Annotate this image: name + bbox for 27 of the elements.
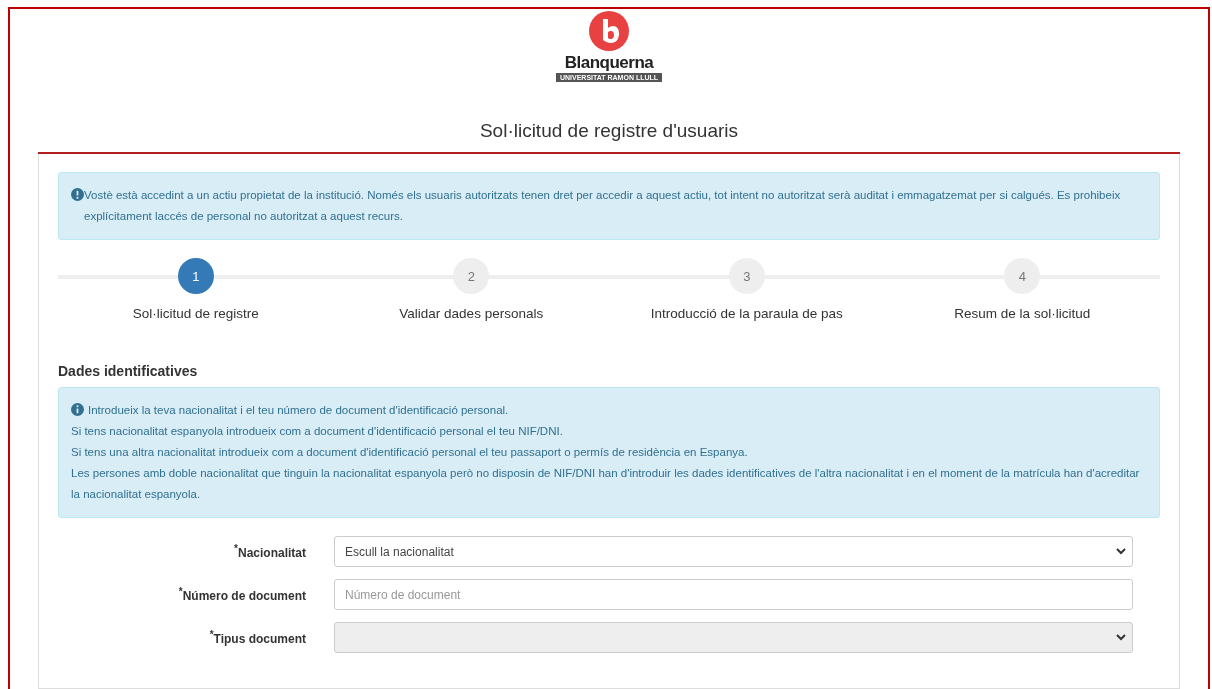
step-label: Sol·licitud de registre <box>132 306 259 321</box>
info-text: Les persones amb doble nacionalitat que tinguin la nacionalitat espanyola però no disposin de NIF/DNI han d'introduir les dades identificatives de l'altra nacionalitat i en el moment de la matrícula han d'acreditar la nacionalitat espanyola. <box>71 467 1140 500</box>
step-number: 1 <box>177 258 214 294</box>
step-label: Validar dades personals <box>399 306 544 321</box>
step-number: 3 <box>728 258 765 294</box>
chevron-down-icon <box>1116 634 1126 641</box>
info-icon <box>71 403 84 416</box>
info-icon <box>71 188 84 201</box>
select-value: Escull la nacionalitat <box>345 544 454 559</box>
field-label: $^{*}$Tipus document <box>208 629 306 646</box>
input-field[interactable]: Número de document <box>334 579 1133 610</box>
notice-text: Vostè està accedint a un actiu propietat de la institució. Només els usuaris autoritzats tenen dret per accedir a aquest actiu, tot intent no autoritzat serà auditat i emmagatzemat per si calgués. Es prohibeix explícitament laccés de personal no autoritzat a aquest recurs. <box>84 188 1122 224</box>
field-label: $^{*}$Nacionalitat <box>233 543 306 560</box>
logo-name: Blanquerna <box>564 53 654 73</box>
info-text: Si tens una altra nacionalitat introdueix com a document d'identificació personal el teu passaport o permís de residència en Espanya. <box>71 446 748 458</box>
step-number: 4 <box>1004 258 1041 294</box>
chevron-down-icon <box>1116 548 1126 555</box>
info-text: Si tens nacionalitat espanyola introdueix com a document d'identificació personal el teu NIF/DNI. <box>71 425 563 437</box>
step-label: Resum de la sol·licitud <box>954 306 1091 321</box>
section-title: Dades identificatives <box>58 363 199 379</box>
field-label: $^{*}$Número de document <box>177 586 306 603</box>
select-field[interactable]: Escull la nacionalitat <box>334 536 1133 567</box>
step-label: Introducció de la paraula de pas <box>650 306 843 321</box>
info-text: Introdueix la teva nacionalitat i el teu número de document d'identificació personal. <box>88 404 509 416</box>
page-title: Sol·licitud de registre d'usuaris <box>479 120 739 142</box>
logo-icon <box>589 11 629 51</box>
step-number: 2 <box>453 258 490 294</box>
